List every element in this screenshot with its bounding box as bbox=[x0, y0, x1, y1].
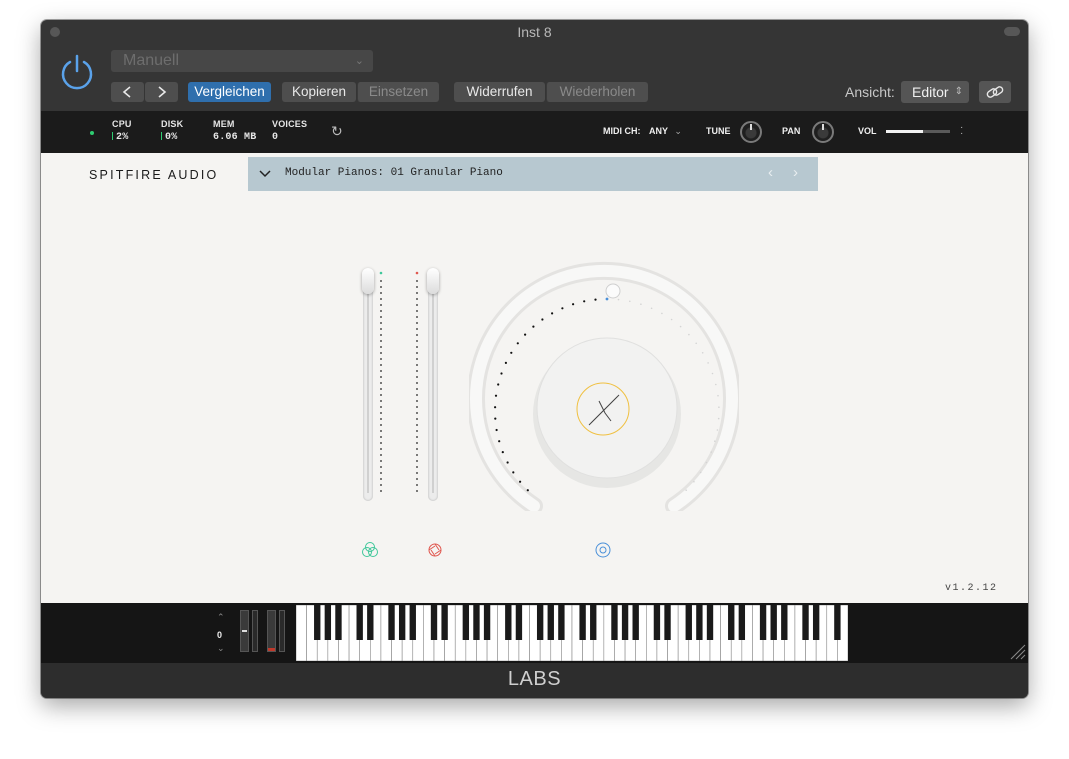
disk-meter: DISK 0% bbox=[161, 119, 183, 143]
keyboard-panel: ⌃ 0 ⌄ bbox=[41, 603, 1028, 663]
dynamics-icon bbox=[428, 543, 442, 557]
patch-selector[interactable]: Modular Pianos: 01 Granular Piano ‹ › bbox=[248, 157, 818, 191]
link-button[interactable] bbox=[979, 81, 1011, 103]
mod-wheel-scale bbox=[279, 610, 285, 652]
octave-up-icon[interactable]: ⌃ bbox=[217, 612, 225, 623]
status-bar: CPU 2% DISK 0% MEM 6.06 MB VOICES 0 ↻ MI… bbox=[41, 111, 1028, 153]
chevron-down-icon: ⌄ bbox=[674, 126, 682, 136]
cpu-label: CPU bbox=[112, 119, 132, 129]
midi-channel-label: MIDI CH: bbox=[603, 126, 641, 136]
volume-slider-fill bbox=[886, 130, 924, 133]
midi-channel-value: ANY bbox=[649, 126, 668, 136]
expression-scale bbox=[379, 271, 383, 492]
dynamics-fader[interactable] bbox=[427, 268, 439, 501]
mem-meter: MEM 6.06 MB bbox=[213, 119, 256, 143]
cpu-value: 2% bbox=[116, 132, 129, 143]
redo-button[interactable]: Wiederholen bbox=[546, 82, 648, 102]
disk-value: 0% bbox=[165, 132, 178, 143]
midi-channel-dropdown[interactable]: ANY ⌄ bbox=[649, 126, 682, 137]
cpu-meter: CPU 2% bbox=[112, 119, 132, 143]
more-icon[interactable]: · · bbox=[960, 123, 963, 139]
resize-grip-icon[interactable] bbox=[1008, 642, 1026, 660]
previous-patch-icon[interactable]: ‹ bbox=[768, 164, 773, 181]
dynamics-fader-handle[interactable] bbox=[427, 268, 439, 294]
reverb-icon bbox=[595, 542, 611, 558]
close-window-button[interactable] bbox=[50, 27, 60, 37]
octave-value: 0 bbox=[217, 630, 223, 640]
dynamics-scale bbox=[415, 271, 419, 492]
piano-keyboard[interactable] bbox=[296, 605, 848, 661]
footer-label: LABS bbox=[41, 663, 1028, 698]
chevron-left-icon bbox=[122, 86, 131, 98]
power-button[interactable] bbox=[58, 53, 96, 91]
toolbar-toggle-button[interactable] bbox=[1004, 27, 1020, 36]
power-icon bbox=[61, 54, 93, 90]
octave-down-icon[interactable]: ⌄ bbox=[217, 643, 225, 654]
disk-label: DISK bbox=[161, 119, 184, 129]
dial-handle[interactable] bbox=[605, 283, 621, 299]
patch-name: Modular Pianos: 01 Granular Piano bbox=[285, 167, 503, 179]
brand-logo: SPITFIRE AUDIO bbox=[89, 168, 219, 182]
tune-knob[interactable] bbox=[740, 121, 762, 143]
updown-chevron-icon: ⇕ bbox=[954, 86, 963, 97]
plugin-panel: SPITFIRE AUDIO Modular Pianos: 01 Granul… bbox=[41, 153, 1028, 603]
view-value: Editor bbox=[912, 84, 949, 100]
version-label: v1.2.12 bbox=[945, 583, 998, 594]
mod-wheel[interactable] bbox=[267, 610, 276, 652]
expression-fader-handle[interactable] bbox=[362, 268, 374, 294]
volume-slider[interactable] bbox=[886, 130, 950, 133]
main-dial[interactable] bbox=[469, 261, 739, 511]
copy-button[interactable]: Kopieren bbox=[282, 82, 356, 102]
expression-fader[interactable] bbox=[362, 268, 374, 501]
pan-knob[interactable] bbox=[812, 121, 834, 143]
pan-label: PAN bbox=[782, 126, 801, 136]
next-preset-button[interactable] bbox=[145, 82, 178, 102]
voices-label: VOICES bbox=[272, 119, 308, 129]
voices-meter: VOICES 0 bbox=[272, 119, 307, 143]
pitch-wheel-scale bbox=[252, 610, 258, 652]
voices-value: 0 bbox=[272, 132, 279, 143]
status-indicator bbox=[90, 131, 94, 135]
mem-value: 6.06 MB bbox=[213, 132, 257, 143]
mem-label: MEM bbox=[213, 119, 235, 129]
link-icon bbox=[986, 86, 1004, 98]
plugin-window: Inst 8 Manuell ⌄ Vergleichen Kopieren Ei… bbox=[41, 20, 1028, 698]
preset-dropdown[interactable]: Manuell ⌄ bbox=[111, 50, 373, 72]
chevron-down-icon bbox=[259, 170, 271, 178]
tune-label: TUNE bbox=[706, 126, 731, 136]
expression-icon bbox=[362, 542, 378, 557]
chevron-right-icon bbox=[158, 86, 167, 98]
previous-preset-button[interactable] bbox=[111, 82, 144, 102]
compare-button[interactable]: Vergleichen bbox=[188, 82, 271, 102]
view-dropdown[interactable]: Editor ⇕ bbox=[901, 81, 969, 103]
window-title: Inst 8 bbox=[517, 24, 552, 40]
pitch-wheel[interactable] bbox=[240, 610, 249, 652]
view-label: Ansicht: bbox=[845, 84, 895, 100]
undo-button[interactable]: Widerrufen bbox=[454, 82, 545, 102]
chevron-down-icon: ⌄ bbox=[354, 55, 364, 67]
refresh-icon[interactable]: ↻ bbox=[331, 123, 343, 140]
next-patch-icon[interactable]: › bbox=[793, 164, 798, 181]
vol-label: VOL bbox=[858, 126, 877, 136]
paste-button[interactable]: Einsetzen bbox=[357, 82, 439, 102]
preset-value: Manuell bbox=[123, 52, 180, 69]
